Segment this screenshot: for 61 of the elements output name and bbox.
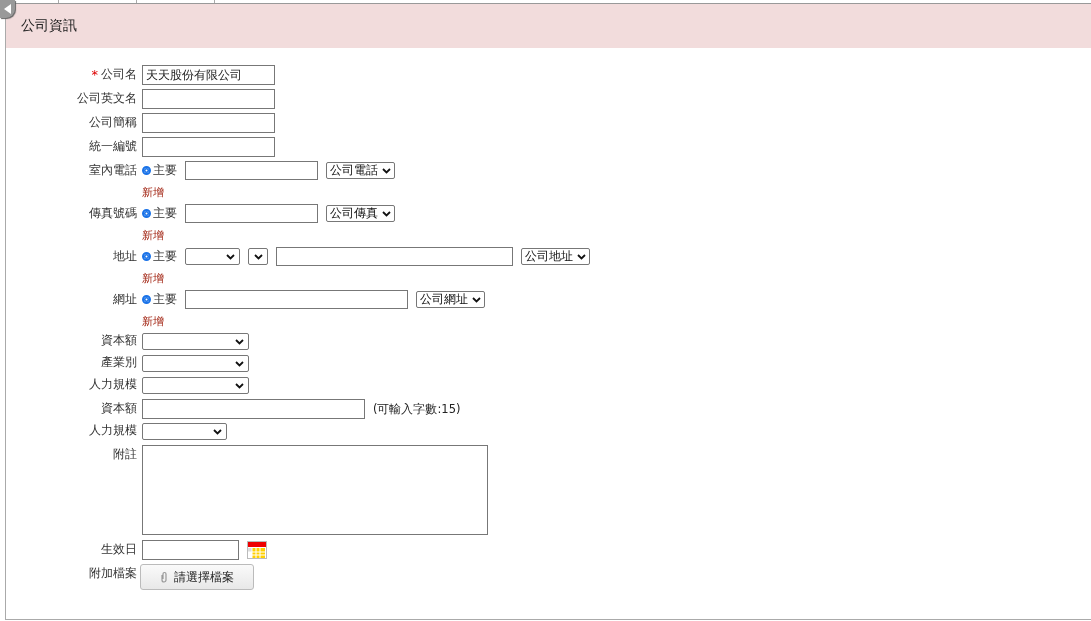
field-label: 公司英文名 xyxy=(77,91,137,106)
input-field[interactable] xyxy=(185,290,408,309)
radio-label[interactable]: 主要 xyxy=(153,292,177,307)
chevron-icon xyxy=(235,360,244,367)
dropdown[interactable]: 公司電話 xyxy=(326,162,395,179)
field-label: 附加檔案 xyxy=(89,566,137,581)
chevron-icon xyxy=(253,253,263,260)
add-link[interactable]: 新增 xyxy=(142,314,485,329)
radio-button[interactable] xyxy=(142,295,151,304)
field-label: 人力規模 xyxy=(89,377,137,392)
field-label: 公司簡稱 xyxy=(89,115,137,130)
collapse-tab-icon[interactable] xyxy=(0,0,15,18)
input-field[interactable] xyxy=(142,113,275,133)
chevron-icon xyxy=(226,253,235,260)
radio-label[interactable]: 主要 xyxy=(153,206,177,221)
dropdown[interactable] xyxy=(248,248,268,265)
field-label: 統一編號 xyxy=(89,139,137,154)
field-label: 資本額 xyxy=(101,333,137,348)
chevron-icon xyxy=(382,167,391,174)
radio-label[interactable]: 主要 xyxy=(153,163,177,178)
field-label: 資本額 xyxy=(101,401,137,416)
radio-button[interactable] xyxy=(142,252,151,261)
field-label: 地址 xyxy=(113,249,137,264)
input-field[interactable]: 天天股份有限公司 xyxy=(142,65,275,85)
chevron-icon xyxy=(213,428,222,435)
field-label: 公司名 xyxy=(101,67,137,82)
field-label: 傳真號碼 xyxy=(89,206,137,221)
required-mark: * xyxy=(91,67,98,82)
field-label: 附註 xyxy=(113,447,137,462)
choose-file-button[interactable]: 請選擇檔案 xyxy=(140,564,254,590)
calendar-icon[interactable] xyxy=(247,541,267,559)
input-field[interactable] xyxy=(142,399,365,419)
input-field[interactable] xyxy=(276,247,513,266)
input-field[interactable] xyxy=(142,89,275,109)
input-hint: (可輸入字數:15) xyxy=(373,401,461,417)
paperclip-icon xyxy=(160,571,168,583)
chevron-icon xyxy=(382,210,391,217)
input-field[interactable] xyxy=(185,161,318,180)
radio-label[interactable]: 主要 xyxy=(153,249,177,264)
field-label: 室內電話 xyxy=(89,163,137,178)
radio-button[interactable] xyxy=(142,209,151,218)
add-link[interactable]: 新增 xyxy=(142,185,395,200)
chevron-icon xyxy=(235,338,244,345)
input-field[interactable] xyxy=(185,204,318,223)
field-label: 人力規模 xyxy=(89,423,137,438)
radio-button[interactable] xyxy=(142,166,151,175)
input-field[interactable] xyxy=(142,137,275,157)
field-label: 產業別 xyxy=(101,355,137,370)
chevron-icon xyxy=(472,296,481,303)
textarea-field[interactable] xyxy=(142,445,488,535)
dropdown[interactable]: 公司網址 xyxy=(416,291,485,308)
field-label: 網址 xyxy=(113,292,137,307)
section-title: 公司資訊 xyxy=(21,17,77,35)
dropdown[interactable]: 公司傳真 xyxy=(326,205,395,222)
chevron-icon xyxy=(577,253,586,260)
field-label: 生效日 xyxy=(101,542,137,557)
add-link[interactable]: 新增 xyxy=(142,271,590,286)
chevron-icon xyxy=(235,382,244,389)
dropdown[interactable]: 公司地址 xyxy=(521,248,590,265)
add-link[interactable]: 新增 xyxy=(142,228,395,243)
input-field[interactable] xyxy=(142,540,239,560)
